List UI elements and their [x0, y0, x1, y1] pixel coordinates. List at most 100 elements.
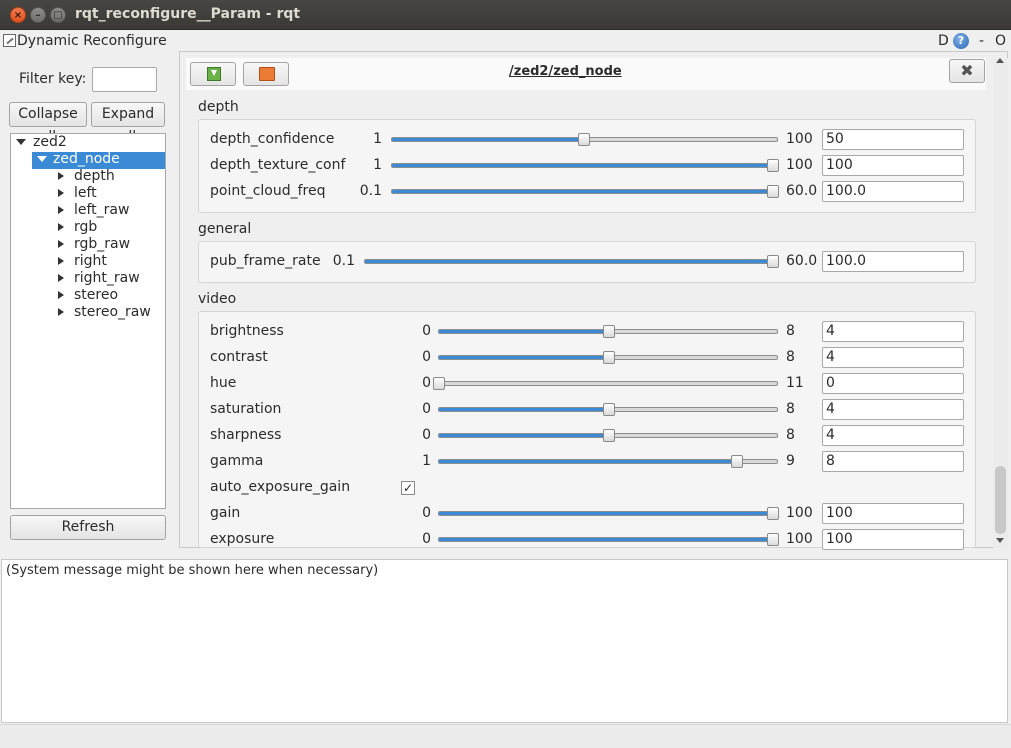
window-close-button[interactable]: ×	[10, 7, 26, 23]
param-value-contrast[interactable]: 4	[822, 347, 964, 368]
refresh-button[interactable]: Refresh	[10, 515, 166, 540]
param-max-pub-frame-rate: 60.0	[786, 253, 818, 269]
param-value-gamma[interactable]: 8	[822, 451, 964, 472]
filter-key-label: Filter key:	[19, 71, 87, 87]
slider-saturation[interactable]	[438, 403, 778, 416]
slider-fill-gamma	[439, 460, 735, 463]
slider-fill-saturation	[439, 408, 608, 411]
collapsed-arrow-icon[interactable]	[58, 223, 64, 231]
slider-hue[interactable]	[433, 377, 778, 390]
tree-item-zed-node[interactable]: zed_node	[53, 151, 120, 168]
collapse-all-button[interactable]: Collapse all	[9, 102, 87, 145]
param-max-depth-texture-conf: 100	[786, 157, 813, 173]
slider-gain[interactable]	[438, 507, 779, 520]
param-name-exposure: exposure	[210, 531, 275, 547]
param-min-contrast: 0	[422, 349, 431, 365]
panel-splitter[interactable]	[173, 60, 176, 550]
slider-point-cloud-freq[interactable]	[391, 185, 779, 198]
tree-item-left[interactable]: left	[74, 185, 97, 202]
expand-arrow-icon[interactable]	[16, 139, 26, 145]
slider-fill-sharpness	[439, 434, 608, 437]
tree-item-right[interactable]: right	[74, 253, 107, 270]
param-value-point-cloud-freq[interactable]: 100.0	[822, 181, 964, 202]
slider-handle-gain[interactable]	[767, 507, 779, 520]
slider-brightness[interactable]	[438, 325, 778, 338]
collapsed-arrow-icon[interactable]	[58, 274, 64, 282]
param-value-depth-texture-conf[interactable]: 100	[822, 155, 964, 176]
collapsed-arrow-icon[interactable]	[58, 189, 64, 197]
param-max-sharpness: 8	[786, 427, 795, 443]
collapsed-arrow-icon[interactable]	[58, 240, 64, 248]
slider-handle-gamma[interactable]	[730, 455, 743, 468]
param-min-brightness: 0	[422, 323, 431, 339]
tree-item-rgb[interactable]: rgb	[74, 219, 97, 236]
collapsed-arrow-icon[interactable]	[58, 206, 64, 214]
slider-fill-depth-texture-conf	[392, 164, 777, 167]
scrollbar-thumb[interactable]	[995, 466, 1006, 534]
param-value-sharpness[interactable]: 4	[822, 425, 964, 446]
window-maximize-button[interactable]: □	[50, 7, 66, 23]
group-label-video: video	[198, 291, 237, 307]
scroll-up-icon[interactable]	[996, 58, 1004, 63]
close-icon[interactable]: ✖	[949, 59, 985, 83]
auto-exposure-gain-checkbox[interactable]: ✓	[401, 481, 415, 495]
window-minimize-button[interactable]: –	[30, 7, 46, 23]
param-value-exposure[interactable]: 100	[822, 529, 964, 550]
collapsed-arrow-icon[interactable]	[58, 308, 64, 316]
tree-item-right-raw[interactable]: right_raw	[74, 270, 140, 287]
param-name-saturation: saturation	[210, 401, 282, 417]
slider-handle-contrast[interactable]	[603, 351, 615, 364]
slider-handle-depth-texture-conf[interactable]	[767, 159, 779, 172]
scroll-down-icon[interactable]	[996, 538, 1004, 543]
slider-handle-brightness[interactable]	[603, 325, 615, 338]
param-value-saturation[interactable]: 4	[822, 399, 964, 420]
node-tree[interactable]: zed2 zed_node depth left left_raw rgb rg…	[10, 133, 166, 509]
tree-item-depth[interactable]: depth	[74, 168, 115, 185]
expand-arrow-icon[interactable]	[37, 156, 47, 162]
param-value-brightness[interactable]: 4	[822, 321, 964, 342]
tree-item-zed2[interactable]: zed2	[33, 134, 67, 151]
load-params-button[interactable]	[243, 62, 289, 86]
collapsed-arrow-icon[interactable]	[58, 172, 64, 180]
param-value-depth-confidence[interactable]: 50	[822, 129, 964, 150]
parameter-scrollbar[interactable]	[993, 58, 1008, 548]
slider-handle-point-cloud-freq[interactable]	[767, 185, 779, 198]
plugin-header: Dynamic Reconfigure D ? - O	[0, 31, 1011, 51]
slider-handle-saturation[interactable]	[603, 403, 615, 416]
slider-pub-frame-rate[interactable]	[364, 255, 779, 268]
slider-handle-hue[interactable]	[433, 377, 445, 390]
save-params-button[interactable]	[190, 62, 236, 86]
param-value-hue[interactable]: 0	[822, 373, 964, 394]
dynamic-reconfigure-icon	[3, 34, 16, 47]
help-icon[interactable]: ?	[953, 33, 969, 49]
tree-item-left-raw[interactable]: left_raw	[74, 202, 129, 219]
expand-all-button[interactable]: Expand all	[91, 102, 165, 145]
slider-handle-depth-confidence[interactable]	[577, 133, 590, 146]
slider-contrast[interactable]	[438, 351, 778, 364]
param-min-exposure: 0	[422, 531, 431, 547]
collapsed-arrow-icon[interactable]	[58, 291, 64, 299]
param-value-gain[interactable]: 100	[822, 503, 964, 524]
param-value-pub-frame-rate[interactable]: 100.0	[822, 251, 964, 272]
slider-depth-texture-conf[interactable]	[391, 159, 779, 172]
param-min-hue: 0	[422, 375, 431, 391]
minimize-plugin-button[interactable]: -	[979, 33, 984, 49]
param-name-pub-frame-rate: pub_frame_rate	[210, 253, 321, 269]
window-title: rqt_reconfigure__Param - rqt	[75, 6, 301, 22]
docking-d-button[interactable]: D	[938, 33, 949, 49]
slider-handle-sharpness[interactable]	[603, 429, 615, 442]
slider-handle-exposure[interactable]	[767, 533, 779, 546]
close-plugin-button[interactable]: O	[995, 33, 1006, 49]
tree-item-stereo-raw[interactable]: stereo_raw	[74, 304, 151, 321]
slider-sharpness[interactable]	[438, 429, 778, 442]
filter-key-input[interactable]	[92, 67, 157, 92]
param-max-hue: 11	[786, 375, 804, 391]
tree-item-stereo[interactable]: stereo	[74, 287, 118, 304]
slider-exposure[interactable]	[438, 533, 779, 546]
collapsed-arrow-icon[interactable]	[58, 257, 64, 265]
slider-handle-pub-frame-rate[interactable]	[767, 255, 779, 268]
system-message-area: (System message might be shown here when…	[1, 559, 1008, 723]
slider-depth-confidence[interactable]	[391, 133, 778, 146]
tree-item-rgb-raw[interactable]: rgb_raw	[74, 236, 130, 253]
slider-gamma[interactable]	[438, 455, 778, 468]
